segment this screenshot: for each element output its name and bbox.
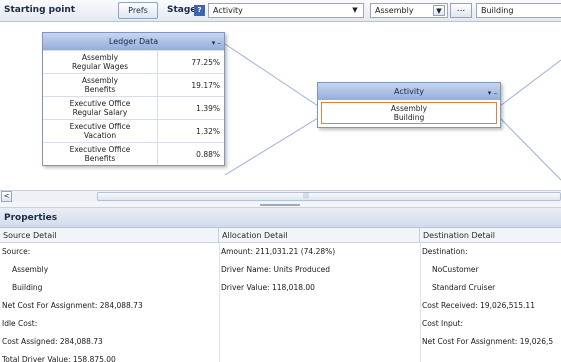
second-value-text: Building	[481, 6, 514, 15]
ledger-row-label-line1: Assembly	[81, 76, 119, 85]
ledger-row[interactable]: Assembly Benefits 19.17%	[43, 73, 224, 96]
ledger-row-label-line2: Regular Wages	[72, 62, 128, 71]
destination-detail-column: Destination: NoCustomer Standard Cruiser…	[422, 243, 561, 351]
activity-title: Activity	[394, 87, 424, 96]
allocation-detail-column: Amount: 211,031.21 (74.28%) Driver Name:…	[221, 243, 418, 297]
prefs-button[interactable]: Prefs	[118, 2, 158, 19]
splitter-grip-icon	[260, 204, 300, 206]
destination-line: Net Cost For Assignment: 19,026,5	[422, 337, 554, 346]
ledger-row[interactable]: Executive Office Benefits 0.88%	[43, 142, 224, 165]
source-line: Idle Cost:	[2, 319, 38, 328]
activity-to-next-line-bottom	[499, 117, 561, 181]
more-button[interactable]: ...	[450, 3, 472, 18]
ledger-row[interactable]: Assembly Regular Wages 77.25%	[43, 50, 224, 73]
ledger-row-label-line1: Executive Office	[69, 145, 131, 154]
ledger-row-label: Assembly Benefits	[43, 74, 158, 96]
ledger-row-label-line1: Assembly	[81, 53, 119, 62]
scroll-grip-icon: |||	[303, 192, 310, 199]
allocation-line: Driver Value: 118,018.00	[221, 283, 315, 292]
toolbar: Starting point Prefs Stage ? Activity ▼ …	[0, 0, 561, 22]
activity-selected-item[interactable]: Assembly Building	[321, 102, 497, 124]
destination-line: Standard Cruiser	[432, 283, 496, 292]
scroll-thumb[interactable]	[97, 192, 561, 201]
column-divider	[420, 243, 421, 362]
source-line: Source:	[2, 247, 31, 256]
source-line: Total Driver Value: 158,875.00	[2, 355, 116, 362]
destination-line: Cost Received: 19,026,515.11	[422, 301, 535, 310]
ledger-row[interactable]: Executive Office Vacation 1.32%	[43, 119, 224, 142]
ledger-row-label-line1: Executive Office	[69, 99, 131, 108]
allocation-line: Driver Name: Units Produced	[221, 265, 330, 274]
ledger-data-title: Ledger Data	[108, 37, 159, 46]
ledger-rows: Assembly Regular Wages 77.25% Assembly Benef…	[43, 50, 224, 165]
activity-header[interactable]: Activity ▾ –	[318, 83, 500, 100]
ledger-row-label-line2: Regular Salary	[72, 108, 128, 117]
second-value-select[interactable]: Building	[476, 3, 561, 18]
first-value-select[interactable]: Assembly ▼	[370, 3, 448, 18]
destination-line: NoCustomer	[432, 265, 479, 274]
ledger-row[interactable]: Executive Office Regular Salary 1.39%	[43, 96, 224, 119]
properties-column-headers: Source Detail Allocation Detail Destinat…	[0, 228, 561, 243]
properties-title: Properties	[0, 208, 561, 228]
node-controls-icon[interactable]: ▾ –	[488, 85, 497, 102]
source-line: Assembly	[12, 265, 49, 274]
ledger-row-label-line2: Benefits	[84, 154, 116, 163]
ledger-to-activity-line-bottom	[224, 117, 319, 176]
stage-select-value: Activity	[213, 6, 243, 15]
chevron-down-icon[interactable]: ▼	[433, 5, 445, 16]
horizontal-scrollbar[interactable]: < |||	[0, 190, 561, 202]
ledger-row-percent: 19.17%	[191, 81, 220, 90]
source-line: Net Cost For Assignment: 284,088.73	[2, 301, 143, 310]
ledger-row-label: Assembly Regular Wages	[43, 51, 158, 73]
allocation-detail-header[interactable]: Allocation Detail	[219, 228, 420, 243]
source-line: Cost Assigned: 284,088.73	[2, 337, 103, 346]
ledger-row-label: Executive Office Vacation	[43, 120, 158, 142]
ledger-row-label-line1: Executive Office	[69, 122, 131, 131]
ledger-row-percent: 77.25%	[191, 58, 220, 67]
ledger-to-activity-line-top	[224, 43, 319, 107]
destination-line: Cost Input:	[422, 319, 464, 328]
activity-line-2: Building	[393, 113, 425, 122]
source-detail-header[interactable]: Source Detail	[0, 228, 219, 243]
ledger-row-label-line2: Benefits	[84, 85, 116, 94]
ledger-row-label: Executive Office Benefits	[43, 143, 158, 165]
stage-select[interactable]: Activity ▼	[208, 3, 364, 18]
allocation-line: Amount: 211,031.21 (74.28%)	[221, 247, 336, 256]
ledger-row-label-line2: Vacation	[83, 131, 117, 140]
activity-to-next-line-top	[499, 59, 561, 107]
activity-node[interactable]: Activity ▾ – Assembly Building	[317, 82, 501, 128]
ledger-data-header[interactable]: Ledger Data ▾ –	[43, 33, 224, 50]
diagram-canvas[interactable]: Ledger Data ▾ – Assembly Regular Wages 77.…	[0, 22, 561, 190]
starting-point-label: Starting point	[4, 5, 76, 15]
column-divider	[219, 243, 220, 362]
destination-detail-header[interactable]: Destination Detail	[420, 228, 561, 243]
activity-line-1: Assembly	[390, 104, 428, 113]
scroll-left-icon[interactable]: <	[1, 191, 12, 202]
ledger-row-percent: 0.88%	[196, 150, 220, 159]
ledger-row-label: Executive Office Regular Salary	[43, 97, 158, 119]
chevron-down-icon[interactable]: ▼	[349, 5, 361, 16]
stage-label: Stage	[167, 5, 197, 15]
node-controls-icon[interactable]: ▾ –	[212, 35, 221, 52]
ledger-row-percent: 1.39%	[196, 104, 220, 113]
source-line: Building	[12, 283, 43, 292]
help-icon[interactable]: ?	[194, 5, 205, 16]
source-detail-column: Source: Assembly Building Net Cost For A…	[2, 243, 217, 362]
first-value-text: Assembly	[375, 6, 414, 15]
ledger-data-node[interactable]: Ledger Data ▾ – Assembly Regular Wages 77.…	[42, 32, 225, 166]
ledger-row-percent: 1.32%	[196, 127, 220, 136]
destination-line: Destination:	[422, 247, 468, 256]
